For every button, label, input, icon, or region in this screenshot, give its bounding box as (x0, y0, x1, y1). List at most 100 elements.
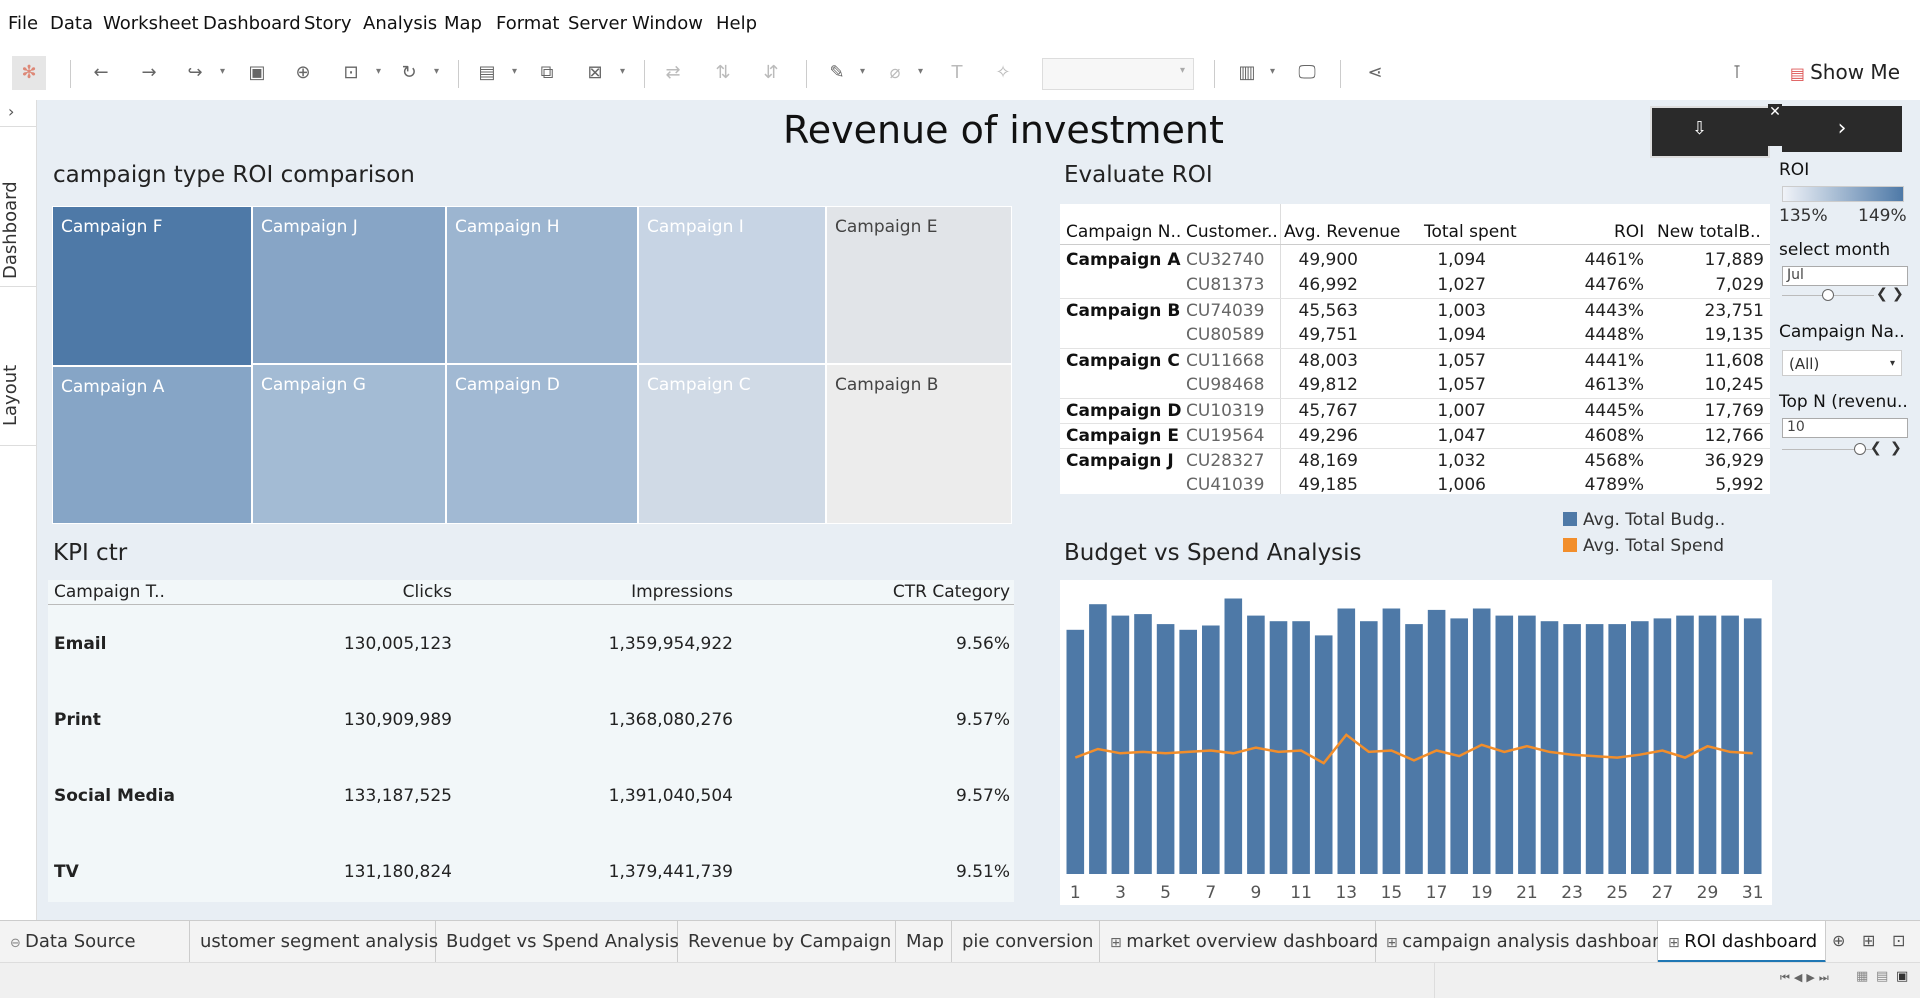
budget-bar[interactable] (1247, 615, 1265, 874)
topn-next-icon[interactable]: ❯ (1890, 440, 1902, 456)
budget-bar[interactable] (1653, 618, 1672, 874)
refresh-icon[interactable]: ↻ (398, 62, 420, 84)
col-budget-header[interactable]: New totalB.. (1657, 222, 1761, 242)
sheet-nav-icons[interactable]: ⏮◀▶⏭ (1780, 971, 1833, 985)
menu-map[interactable]: Map (444, 13, 482, 34)
show-cards-icon[interactable]: ▥ (1236, 62, 1258, 84)
budget-bar[interactable] (1743, 618, 1762, 874)
budget-bar[interactable] (1382, 608, 1401, 875)
save-icon[interactable]: ▣ (246, 62, 268, 84)
col-revenue-header[interactable]: Avg. Revenue (1284, 222, 1400, 242)
budget-bar[interactable] (1066, 629, 1085, 874)
next-arrow-button[interactable]: › (1782, 106, 1902, 152)
roi-table-row[interactable]: Campaign D CU10319 45,767 1,007 4445% 17,769 (1060, 398, 1770, 424)
new-story-tab-icon[interactable]: ⊡ (1892, 931, 1905, 950)
kpi-col-impressions[interactable]: Impressions (631, 582, 733, 602)
budget-bar[interactable] (1156, 624, 1175, 874)
duplicate-icon[interactable]: ⧉ (536, 62, 558, 84)
kpi-col-clicks[interactable]: Clicks (403, 582, 452, 602)
menu-dashboard[interactable]: Dashboard (203, 13, 301, 34)
roi-table-row[interactable]: Campaign B CU74039 45,563 1,003 4443% 23,751 (1060, 298, 1770, 324)
month-prev-icon[interactable]: ❮ (1876, 286, 1888, 302)
budget-bar[interactable] (1427, 609, 1446, 874)
group-icon[interactable]: ⌀ (884, 62, 906, 84)
budget-bar[interactable] (1676, 615, 1694, 874)
highlight-icon[interactable]: ✎ (826, 62, 848, 84)
budget-bar[interactable] (1540, 621, 1559, 874)
new-datasource-icon[interactable]: ⊕ (292, 62, 314, 84)
undo-icon[interactable]: ← (90, 62, 112, 84)
roi-table-row[interactable]: Campaign C CU11668 48,003 1,057 4441% 11,608 (1060, 348, 1770, 374)
budget-bar[interactable] (1563, 624, 1581, 874)
tile-campaign-d[interactable]: Campaign D (446, 364, 638, 524)
view-filmstrip-icon[interactable]: ▤ (1876, 969, 1888, 984)
roi-table-row[interactable]: CU80589 49,751 1,094 4448% 19,135 (1060, 323, 1770, 348)
month-input[interactable]: Jul (1782, 266, 1908, 286)
tab-revenue-campaign[interactable]: Revenue by Campaign (678, 921, 896, 963)
menu-worksheet[interactable]: Worksheet (103, 13, 199, 34)
tab-budget-spend[interactable]: Budget vs Spend Analysis (436, 921, 679, 963)
menu-window[interactable]: Window (632, 13, 703, 34)
roi-table-row[interactable]: CU98468 49,812 1,057 4613% 10,245 (1060, 373, 1770, 398)
roi-table-row[interactable]: CU81373 46,992 1,027 4476% 7,029 (1060, 273, 1770, 298)
tile-campaign-f[interactable]: Campaign F (52, 206, 252, 366)
budget-bar[interactable] (1698, 615, 1717, 874)
tile-campaign-h[interactable]: Campaign H (446, 206, 638, 364)
menu-help[interactable]: Help (716, 13, 757, 34)
download-icon[interactable]: ⇩ (1692, 118, 1707, 139)
roi-table-row[interactable]: Campaign E CU19564 49,296 1,047 4608% 12,766 (1060, 423, 1770, 449)
new-worksheet-icon[interactable]: ▤ (476, 62, 498, 84)
view-grid-icon[interactable]: ▦ (1856, 969, 1868, 984)
pin-icon[interactable]: ✧ (992, 62, 1014, 84)
kpi-row[interactable]: Print 130,909,989 1,368,080,276 9.57% (48, 682, 1014, 758)
campaign-dropdown[interactable]: (All) ▾ (1782, 350, 1902, 376)
topn-slider-handle[interactable] (1854, 443, 1866, 455)
clear-sheet-icon[interactable]: ⊠ (584, 62, 606, 84)
tab-market-overview[interactable]: ⊞ market overview dashboard (1100, 921, 1378, 963)
expand-panel-icon[interactable]: › (8, 102, 14, 121)
budget-bar[interactable] (1518, 615, 1536, 874)
format-painter-icon[interactable]: ⊺ (1726, 62, 1748, 84)
tile-campaign-g[interactable]: Campaign G (252, 364, 446, 524)
month-slider-handle[interactable] (1822, 289, 1834, 301)
tab-map[interactable]: Map (896, 921, 952, 963)
budget-bar[interactable] (1134, 614, 1152, 874)
menu-story[interactable]: Story (304, 13, 352, 34)
fit-dropdown[interactable]: ▾ (1042, 58, 1194, 90)
menu-file[interactable]: File (8, 13, 38, 34)
budget-bar[interactable] (1450, 618, 1468, 874)
budget-bar[interactable] (1721, 615, 1739, 874)
budget-bar[interactable] (1495, 615, 1514, 874)
labels-icon[interactable]: T (946, 62, 968, 84)
budget-bar[interactable] (1631, 621, 1649, 874)
tile-campaign-i[interactable]: Campaign I (638, 206, 826, 364)
tab-customer-segment[interactable]: ustomer segment analysis (190, 921, 438, 963)
new-worksheet-tab-icon[interactable]: ⊕ (1832, 931, 1845, 950)
kpi-row[interactable]: TV 131,180,824 1,379,441,739 9.51% (48, 834, 1014, 910)
sort-desc-icon[interactable]: ⇵ (760, 62, 782, 84)
tab-data-source[interactable]: ⊖ Data Source (0, 921, 190, 963)
share-icon[interactable]: ⋖ (1364, 62, 1386, 84)
swap-icon[interactable]: ⇄ (662, 62, 684, 84)
menu-format[interactable]: Format (496, 13, 559, 34)
budget-bar[interactable] (1111, 615, 1130, 874)
view-tabs-icon[interactable]: ▣ (1896, 969, 1908, 984)
tile-campaign-a[interactable]: Campaign A (52, 366, 252, 524)
show-me-button[interactable]: ▤ Show Me (1790, 60, 1900, 84)
budget-bar[interactable] (1292, 621, 1310, 874)
topn-prev-icon[interactable]: ❮ (1870, 440, 1882, 456)
tableau-logo-icon[interactable]: ✻ (12, 56, 46, 90)
tile-campaign-e[interactable]: Campaign E (826, 206, 1012, 364)
kpi-col-type[interactable]: Campaign T.. (54, 582, 165, 602)
roi-table-row[interactable]: Campaign J CU28327 48,169 1,032 4568% 36,929 (1060, 448, 1770, 474)
tile-campaign-j[interactable]: Campaign J (252, 206, 446, 364)
roi-table-row[interactable]: Campaign A CU32740 49,900 1,094 4461% 17,889 (1060, 248, 1770, 273)
kpi-col-ctr[interactable]: CTR Category (893, 582, 1010, 602)
col-roi-header[interactable]: ROI (1614, 222, 1644, 242)
legend-budget[interactable]: Avg. Total Budg.. (1563, 510, 1725, 530)
roi-table-row[interactable]: CU41039 49,185 1,006 4789% 5,992 (1060, 473, 1770, 498)
replay-icon[interactable]: ↪ (184, 62, 206, 84)
redo-icon[interactable]: → (138, 62, 160, 84)
kpi-row[interactable]: Email 130,005,123 1,359,954,922 9.56% (48, 606, 1014, 682)
tile-campaign-c[interactable]: Campaign C (638, 364, 826, 524)
